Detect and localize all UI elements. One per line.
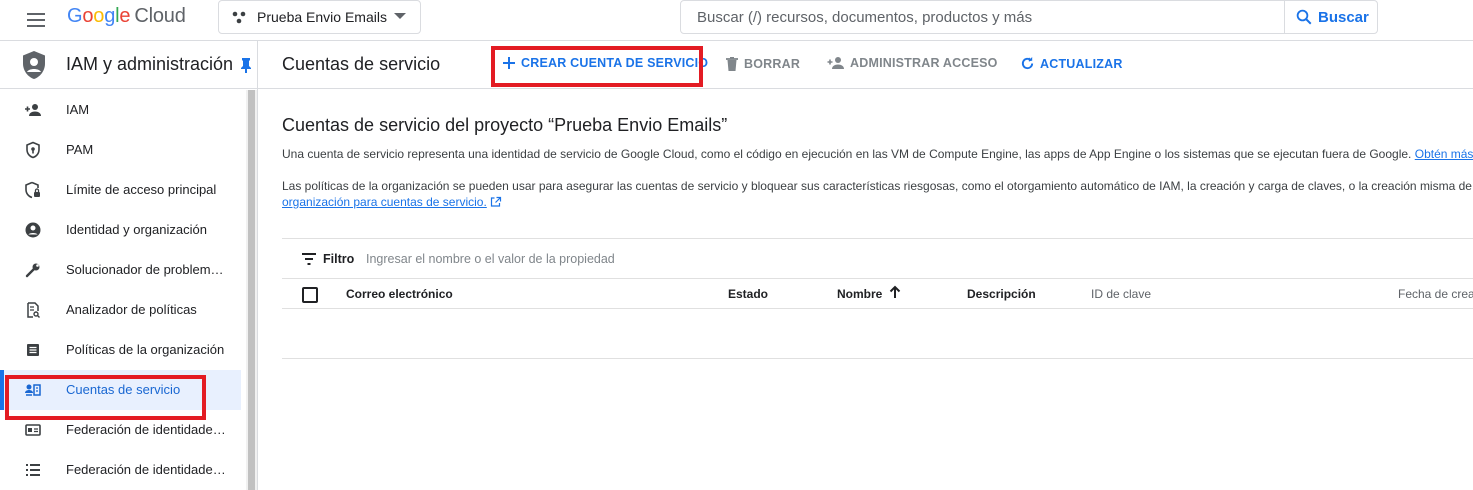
description-org-policies: Las políticas de la organización se pued… <box>282 178 1473 194</box>
filter-icon <box>302 253 316 265</box>
person-add-icon <box>827 56 850 70</box>
search-input[interactable]: Buscar (/) recursos, documentos, product… <box>680 0 1285 34</box>
sidebar-item-label: Políticas de la organización <box>66 342 225 357</box>
pin-icon[interactable] <box>240 57 252 73</box>
create-service-account-label: CREAR CUENTA DE SERVICIO <box>521 56 709 70</box>
filter-label: Filtro <box>323 252 355 266</box>
sidebar-item-workforce-identity-federation[interactable]: Federación de identidade… <box>0 450 246 490</box>
logo-cloud-word: Cloud <box>134 5 186 27</box>
sidebar: IAM y administración IAM PAM Límite de a… <box>0 41 258 490</box>
iam-shield-icon <box>21 50 47 80</box>
select-all-checkbox[interactable] <box>302 287 318 303</box>
external-link-icon <box>490 196 502 208</box>
sidebar-item-label: Solucionador de problem… <box>66 262 224 277</box>
account-circle-icon <box>24 221 42 239</box>
sidebar-item-pam[interactable]: PAM <box>0 130 246 170</box>
sidebar-item-label: Cuentas de servicio <box>66 382 181 397</box>
logo-letter: o <box>82 5 94 27</box>
sidebar-item-service-accounts[interactable]: Cuentas de servicio <box>0 370 241 410</box>
sidebar-item-principal-access-boundary[interactable]: Límite de acceso principal <box>0 170 246 210</box>
project-picker[interactable]: Prueba Envio Emails <box>218 0 421 34</box>
page-title: Cuentas de servicio <box>282 54 441 74</box>
sidebar-item-label: Identidad y organización <box>66 222 207 237</box>
google-cloud-logo[interactable]: Google Cloud <box>67 5 186 28</box>
sidebar-item-policy-analyzer[interactable]: Analizador de políticas <box>0 290 246 330</box>
column-created-date[interactable]: Fecha de crea <box>1398 287 1473 301</box>
person-add-icon <box>24 101 42 119</box>
list-icon <box>24 461 42 479</box>
logo-letter: G <box>67 5 83 27</box>
sidebar-item-troubleshooter[interactable]: Solucionador de problem… <box>0 250 246 290</box>
sidebar-item-label: Federación de identidade… <box>66 422 226 437</box>
sidebar-item-label: IAM <box>66 102 90 117</box>
shield-lock-icon <box>24 181 42 199</box>
sidebar-scrollbar-thumb[interactable] <box>248 90 255 490</box>
delete-button[interactable]: BORRAR <box>725 56 800 72</box>
org-policies-link[interactable]: organización para cuentas de servicio. <box>282 195 487 209</box>
wrench-icon <box>24 261 42 279</box>
trash-icon <box>725 56 744 72</box>
logo-letter: g <box>104 5 116 27</box>
sort-arrow-up-icon[interactable] <box>889 285 901 299</box>
sidebar-item-label: Límite de acceso principal <box>66 182 217 197</box>
filter-input[interactable]: Ingresar el nombre o el valor de la prop… <box>366 252 615 266</box>
project-dots-icon <box>231 9 247 25</box>
sidebar-item-iam[interactable]: IAM <box>0 90 246 130</box>
sidebar-scrollbar[interactable] <box>246 90 257 490</box>
refresh-icon <box>1020 56 1040 71</box>
hamburger-menu-icon[interactable] <box>24 8 48 32</box>
create-service-account-button[interactable]: CREAR CUENTA DE SERVICIO <box>502 56 708 70</box>
column-key-id[interactable]: ID de clave <box>1091 287 1151 301</box>
action-bar: Cuentas de servicio CREAR CUENTA DE SERV… <box>258 41 1473 89</box>
description-text: Una cuenta de servicio representa una id… <box>282 147 1412 161</box>
sidebar-item-org-policies[interactable]: Políticas de la organización <box>0 330 246 370</box>
top-bar: Google Cloud Prueba Envio Emails Buscar (… <box>0 0 1473 41</box>
sidebar-item-identity-organization[interactable]: Identidad y organización <box>0 210 246 250</box>
manage-access-label: ADMINISTRAR ACCESO <box>850 56 998 70</box>
chevron-down-icon <box>394 13 406 19</box>
sidebar-item-label: Federación de identidade… <box>66 462 226 477</box>
doc-search-icon <box>24 301 42 319</box>
logo-letter: e <box>119 5 131 27</box>
search-button-label: Buscar <box>1318 8 1369 26</box>
table-empty-row <box>282 309 1473 359</box>
description-service-accounts: Una cuenta de servicio representa una id… <box>282 146 1473 162</box>
refresh-button[interactable]: ACTUALIZAR <box>1020 56 1123 71</box>
description-text: Las políticas de la organización se pued… <box>282 179 1473 193</box>
column-name[interactable]: Nombre <box>837 287 882 301</box>
search-icon <box>1295 8 1318 26</box>
service-accounts-table: Filtro Ingresar el nombre o el valor de … <box>282 238 1473 359</box>
section-heading: Cuentas de servicio del proyecto “Prueba… <box>282 115 728 135</box>
sidebar-item-label: Analizador de políticas <box>66 302 197 317</box>
column-email[interactable]: Correo electrónico <box>346 287 453 301</box>
learn-more-link[interactable]: Obtén más inf <box>1415 147 1473 161</box>
table-header: Correo electrónico Estado Nombre Descrip… <box>282 279 1473 309</box>
filter-bar[interactable]: Filtro Ingresar el nombre o el valor de … <box>282 238 1473 279</box>
search-button[interactable]: Buscar <box>1284 0 1378 34</box>
refresh-label: ACTUALIZAR <box>1040 56 1123 71</box>
sidebar-item-workload-identity-federation[interactable]: Federación de identidade… <box>0 410 246 450</box>
delete-label: BORRAR <box>744 57 801 71</box>
sidebar-nav: IAM PAM Límite de acceso principal Ident… <box>0 90 246 490</box>
sidebar-title: IAM y administración <box>66 54 234 74</box>
shield-icon <box>24 141 42 159</box>
org-policies-link-line: organización para cuentas de servicio. <box>282 194 502 210</box>
manage-access-button[interactable]: ADMINISTRAR ACCESO <box>827 56 998 70</box>
list-doc-icon <box>24 341 42 359</box>
project-name: Prueba Envio Emails <box>257 9 387 25</box>
service-account-icon <box>24 381 42 399</box>
column-status[interactable]: Estado <box>728 287 768 301</box>
sidebar-item-label: PAM <box>66 142 94 157</box>
plus-icon <box>502 56 521 70</box>
logo-letter: o <box>93 5 105 27</box>
sidebar-header: IAM y administración <box>0 41 257 89</box>
id-card-icon <box>24 421 42 439</box>
search-placeholder: Buscar (/) recursos, documentos, product… <box>697 8 1033 26</box>
column-description[interactable]: Descripción <box>967 287 1036 301</box>
